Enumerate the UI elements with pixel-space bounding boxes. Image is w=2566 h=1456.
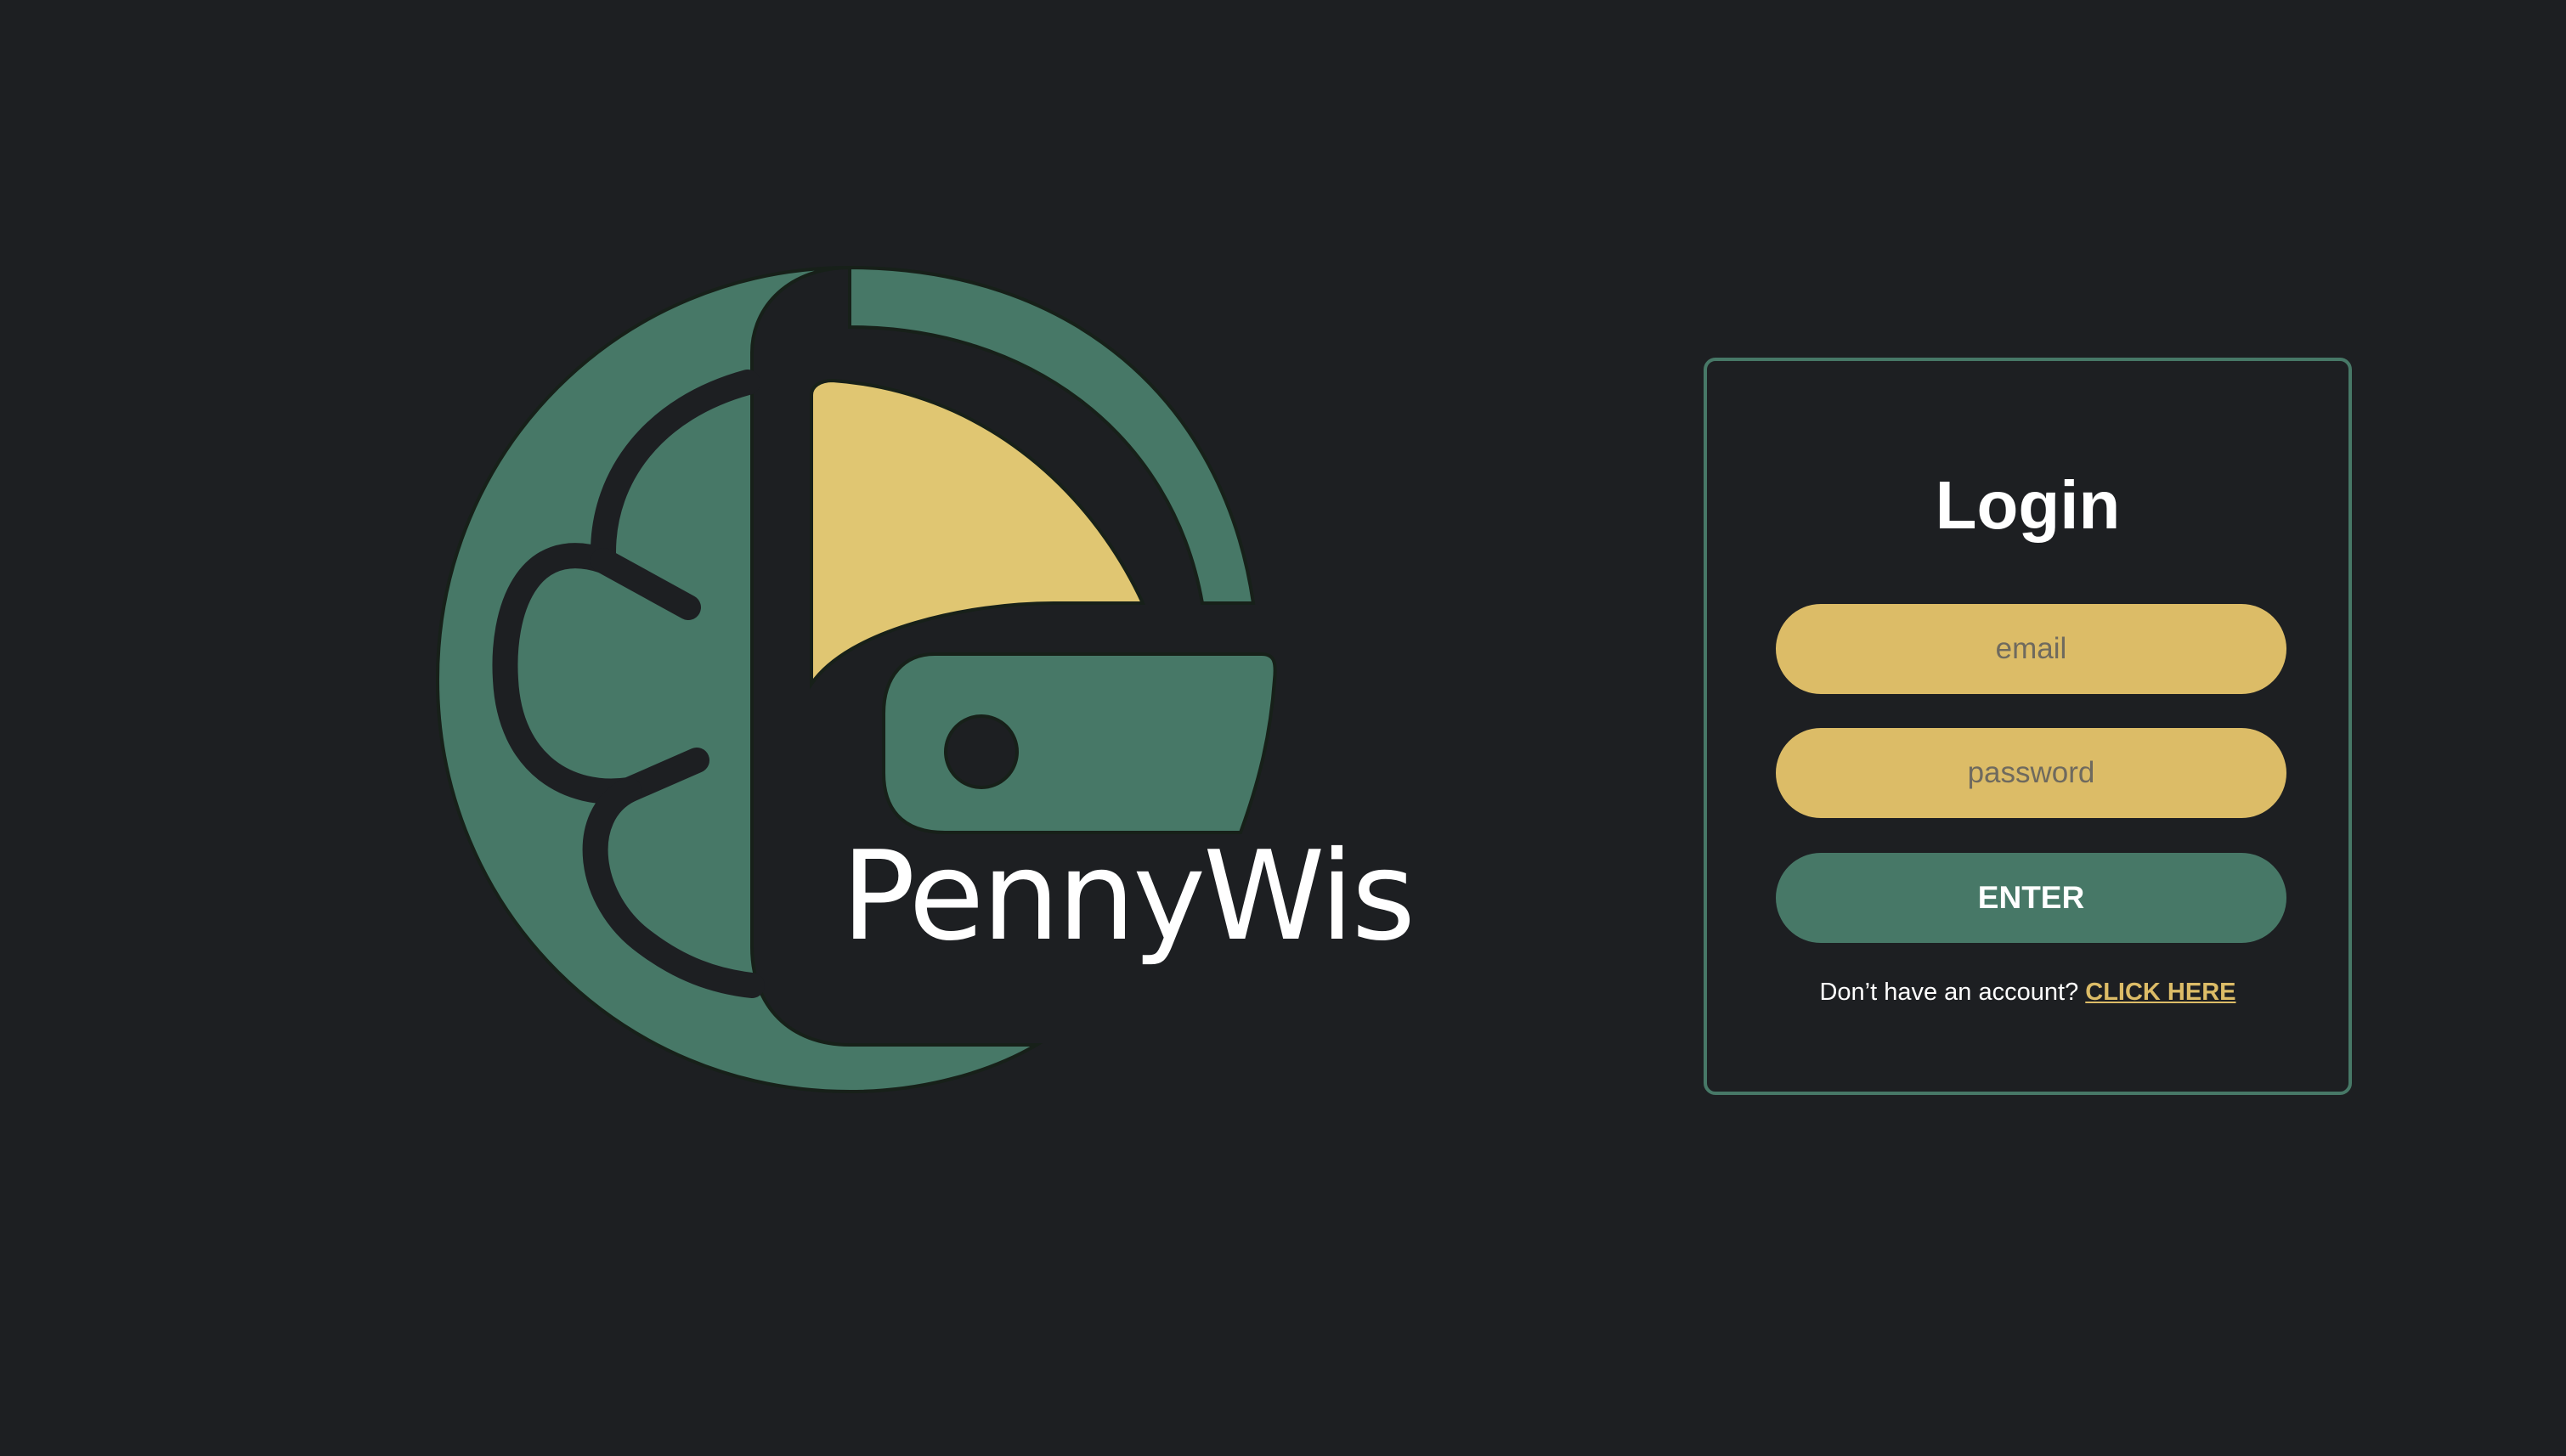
- pennywise-logo-icon: PennyWise: [435, 265, 1410, 1094]
- login-card: Login ENTER Don’t have an account? CLICK…: [1704, 358, 2352, 1095]
- login-page: PennyWise Login ENTER Don’t have an acco…: [0, 0, 2566, 1456]
- login-title: Login: [1935, 467, 2121, 543]
- pennywise-logo: PennyWise: [425, 255, 1410, 1104]
- email-input[interactable]: [1776, 604, 2286, 694]
- password-input[interactable]: [1776, 728, 2286, 818]
- signup-prompt: Don’t have an account?: [1819, 979, 2079, 1006]
- brand-wordmark: PennyWise: [841, 825, 1410, 968]
- signup-link[interactable]: CLICK HERE: [2085, 979, 2235, 1006]
- signup-row: Don’t have an account? CLICK HERE: [1707, 979, 2348, 1007]
- enter-button[interactable]: ENTER: [1776, 853, 2286, 943]
